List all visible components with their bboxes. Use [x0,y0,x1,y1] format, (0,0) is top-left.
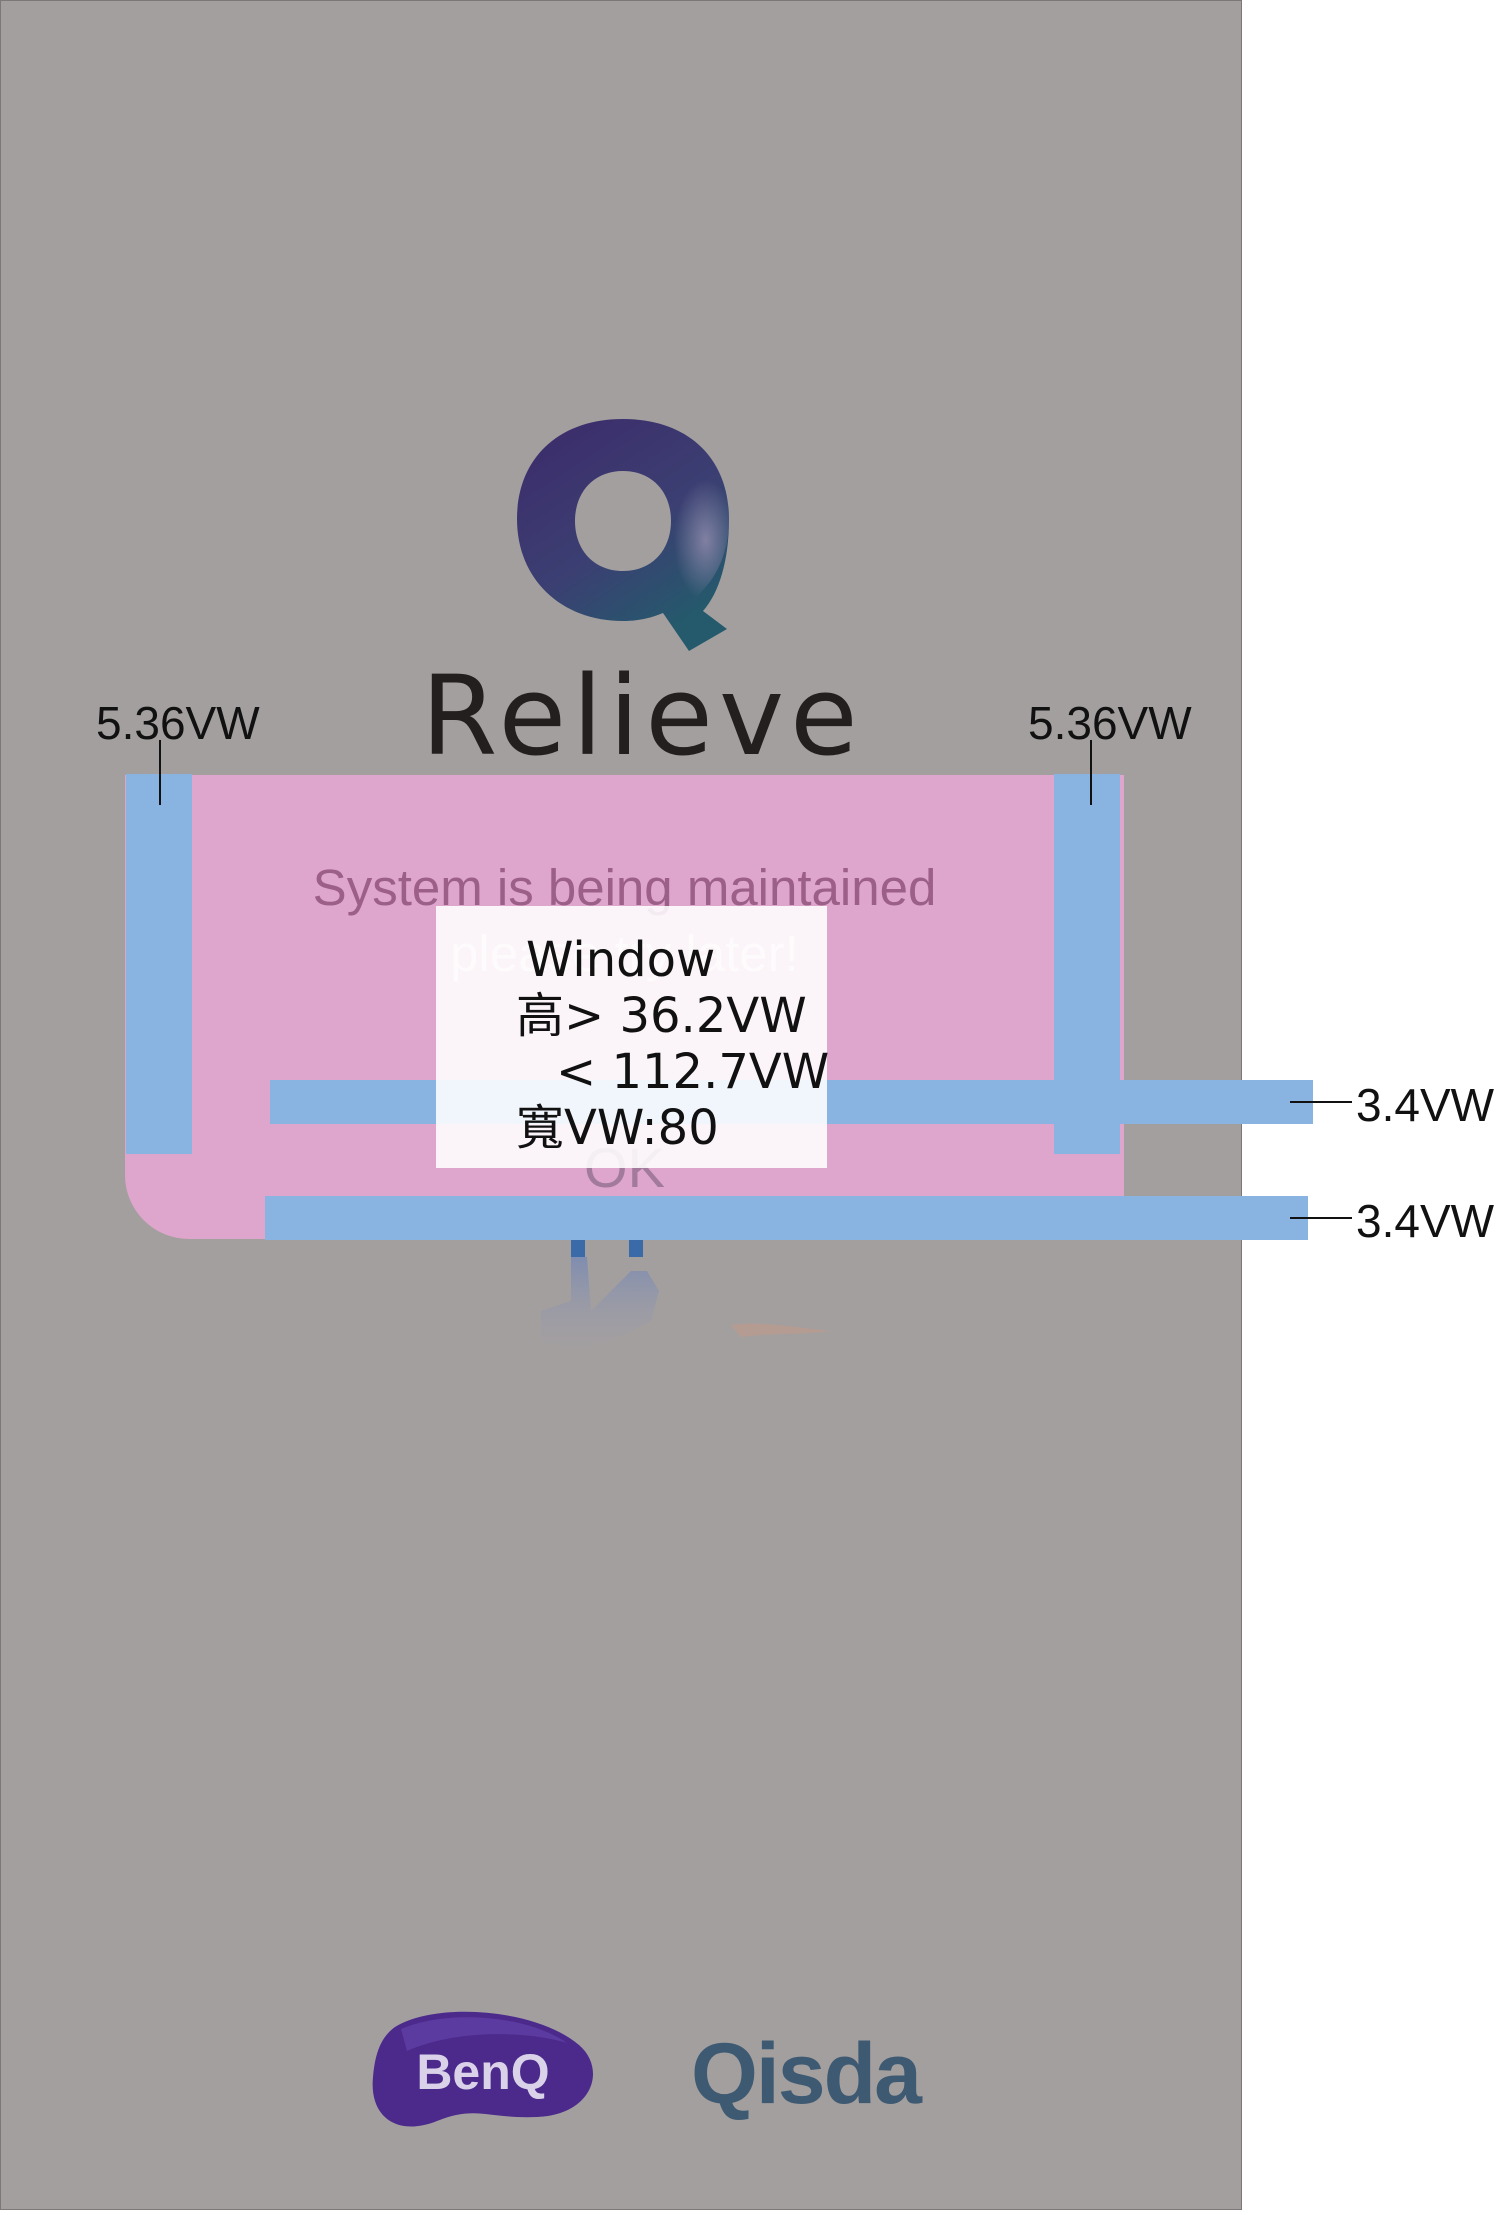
guide-bar-left [126,774,192,1154]
benq-logo: BenQ [367,2007,599,2131]
guide-bar-horizontal-2 [265,1196,1308,1240]
window-spec-width: 寬VW:80 [516,1100,719,1156]
dimension-tick-h1 [1290,1101,1352,1103]
dimension-label-bar1: 3.4VW [1356,1079,1495,1131]
person-illustration-icon [541,1235,831,1351]
dimension-tick-right [1090,740,1092,805]
brand-wordmark: Relieve [421,652,864,780]
benq-logo-text: BenQ [416,2044,549,2100]
dimension-label-bar2: 3.4VW [1356,1195,1495,1247]
window-spec-height-min: 高> 36.2VW [516,988,807,1044]
benq-logo-icon: BenQ [372,2011,593,2127]
dimension-tick-left [159,740,161,805]
qisda-logo: Qisda [691,2026,922,2122]
window-spec-box: Window 高> 36.2VW < 112.7VW 寬VW:80 [436,906,830,1168]
window-spec-height-max: < 112.7VW [556,1044,830,1100]
dimension-label-left: 5.36VW [96,697,260,749]
dimension-tick-h2 [1290,1217,1352,1219]
window-spec-title: Window [526,932,716,988]
q-logo-icon [517,419,729,651]
dimension-label-right: 5.36VW [1028,697,1192,749]
